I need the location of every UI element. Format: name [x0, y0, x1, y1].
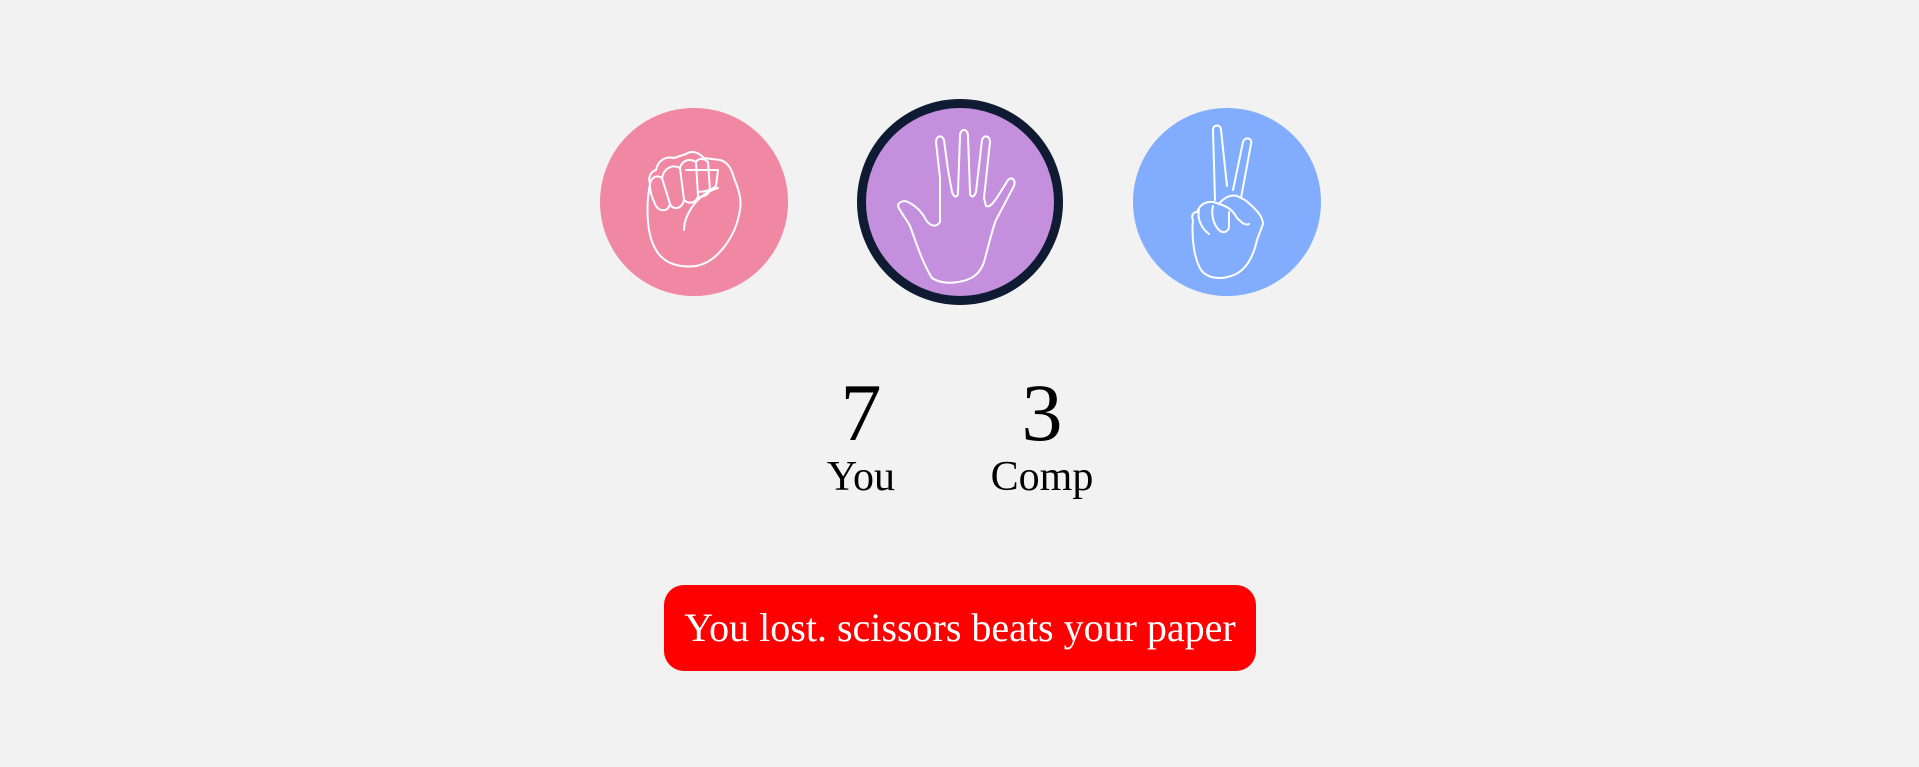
- result-message: You lost. scissors beats your paper: [664, 585, 1256, 671]
- computer-score-value: 3: [1021, 367, 1063, 458]
- player-score-label: You: [826, 454, 896, 500]
- peace-sign-hand-icon: [1191, 124, 1264, 279]
- paper-choice-button[interactable]: [857, 99, 1063, 305]
- fist-hand-icon: [646, 150, 742, 268]
- open-hand-icon: [897, 129, 1016, 284]
- scissors-choice-button[interactable]: [1133, 108, 1321, 296]
- computer-score-label: Comp: [990, 454, 1094, 500]
- rock-choice-button[interactable]: [600, 108, 788, 296]
- player-score-value: 7: [840, 367, 882, 458]
- computer-score: 3 Comp: [962, 368, 1122, 502]
- player-score: 7 You: [781, 368, 941, 502]
